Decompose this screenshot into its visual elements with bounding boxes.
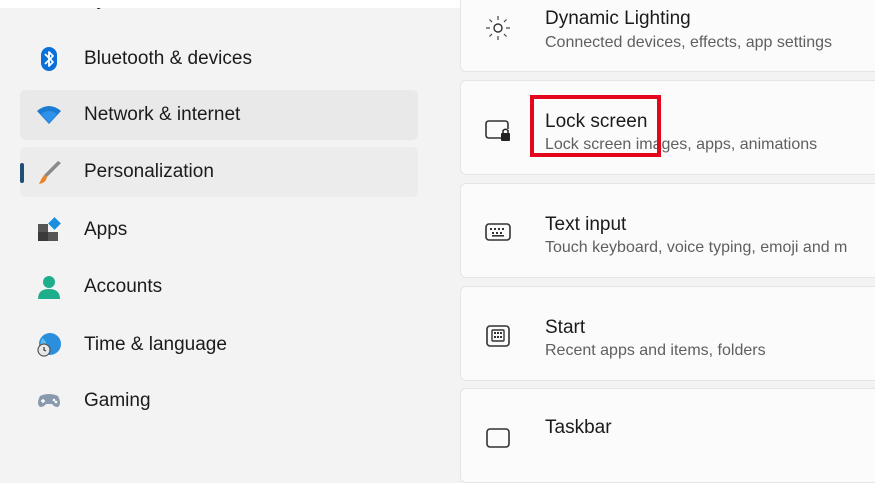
account-icon	[36, 274, 62, 300]
sidebar-item-gaming[interactable]: Gaming	[20, 376, 418, 426]
setting-title: Start	[545, 317, 586, 338]
sidebar-item-label: Bluetooth & devices	[84, 48, 252, 69]
setting-card-lock-screen[interactable]: Lock screen Lock screen images, apps, an…	[460, 80, 875, 175]
brush-icon	[36, 159, 62, 185]
sidebar-item-bluetooth[interactable]: Bluetooth & devices	[20, 34, 418, 84]
apps-icon	[36, 217, 62, 243]
sidebar-item-label: Gaming	[84, 390, 151, 411]
sidebar-item-label: Time & language	[84, 334, 227, 355]
sidebar-item-label: Personalization	[84, 161, 214, 182]
sidebar-nav: System Bluetooth & devices Network & int…	[0, 0, 440, 434]
dynamic-lighting-icon	[483, 13, 513, 43]
gamepad-icon	[36, 388, 62, 414]
sidebar-item-label: Accounts	[84, 276, 163, 297]
sidebar-item-apps[interactable]: Apps	[20, 205, 418, 255]
sidebar-item-label: Network & internet	[84, 104, 241, 125]
keyboard-icon	[483, 217, 513, 247]
setting-title: Dynamic Lighting	[545, 8, 691, 29]
sidebar-item-time-language[interactable]: Time & language	[20, 320, 418, 370]
bluetooth-icon	[36, 46, 62, 72]
setting-description: Recent apps and items, folders	[545, 342, 766, 359]
sidebar-item-label: Apps	[84, 219, 128, 240]
globe-clock-icon	[36, 332, 62, 358]
selection-indicator	[20, 163, 24, 183]
setting-card-start[interactable]: Start Recent apps and items, folders	[460, 286, 875, 381]
sidebar-item-network[interactable]: Network & internet	[20, 90, 418, 140]
wifi-icon	[36, 102, 62, 128]
sidebar-item-personalization[interactable]: Personalization	[20, 147, 418, 197]
setting-title: Text input	[545, 214, 627, 235]
sidebar-item-accounts[interactable]: Accounts	[20, 262, 418, 312]
setting-card-taskbar[interactable]: Taskbar	[460, 388, 875, 483]
lock-screen-icon	[483, 116, 513, 146]
setting-description: Touch keyboard, voice typing, emoji and …	[545, 239, 848, 256]
setting-card-dynamic-lighting[interactable]: Dynamic Lighting Connected devices, effe…	[460, 0, 875, 72]
start-icon	[483, 321, 513, 351]
highlight-box	[530, 95, 661, 157]
setting-card-text-input[interactable]: Text input Touch keyboard, voice typing,…	[460, 183, 875, 278]
setting-description: Connected devices, effects, app settings	[545, 34, 832, 51]
setting-title: Taskbar	[545, 417, 612, 438]
taskbar-icon	[483, 423, 513, 453]
top-strip-cover	[0, 0, 440, 8]
